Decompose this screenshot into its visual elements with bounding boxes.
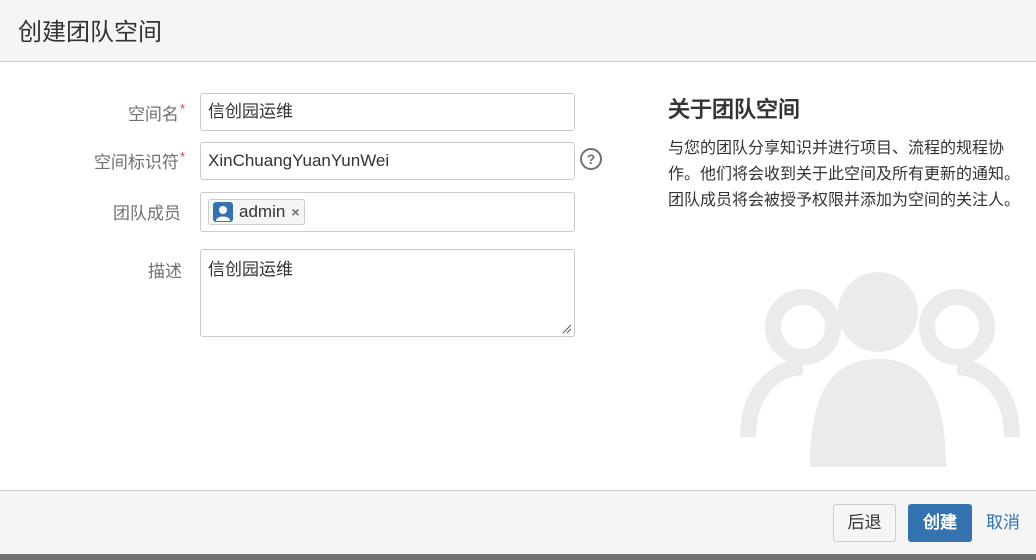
space-key-input[interactable]: XinChuangYuanYunWei	[200, 142, 575, 180]
user-avatar-icon	[213, 202, 233, 222]
about-text: 与您的团队分享知识并进行项目、流程的规程协作。他们将会收到关于此空间及所有更新的…	[668, 140, 1021, 209]
member-chip: admin ×	[208, 199, 305, 225]
dialog-footer: 后退 创建 取消	[0, 490, 1036, 554]
description-label: 描述	[148, 262, 182, 281]
space-name-input[interactable]: 信创园运维	[200, 93, 575, 131]
description-textarea[interactable]: 信创园运维	[200, 249, 575, 337]
dialog-body: 空间名* 信创园运维 空间标识符* XinChuangYuanYunWei ? …	[0, 62, 1036, 490]
back-button[interactable]: 后退	[833, 504, 896, 542]
description-value: 信创园运维	[208, 260, 293, 279]
required-mark: *	[179, 101, 185, 116]
cancel-button[interactable]: 取消	[978, 504, 1028, 542]
required-mark: *	[179, 149, 185, 164]
create-button[interactable]: 创建	[908, 504, 972, 542]
bottom-strip	[0, 554, 1036, 560]
space-key-label: 空间标识符*	[15, 148, 185, 173]
dialog-title: 创建团队空间	[18, 19, 162, 46]
space-name-value: 信创园运维	[208, 102, 293, 121]
team-members-input[interactable]: admin ×	[200, 192, 575, 232]
space-key-label-text: 空间标识符	[93, 153, 179, 172]
space-name-label-text: 空间名	[127, 105, 179, 124]
member-name: admin	[239, 202, 286, 221]
dialog-header: 创建团队空间	[0, 0, 1036, 62]
team-group-icon	[740, 272, 1020, 467]
resize-handle-icon[interactable]	[562, 324, 572, 334]
team-members-label: 团队成员	[113, 204, 181, 223]
question-circle-icon[interactable]: ?	[580, 148, 602, 170]
space-key-value: XinChuangYuanYunWei	[208, 151, 390, 170]
space-name-label: 空间名*	[15, 100, 185, 125]
close-icon[interactable]: ×	[291, 204, 299, 220]
about-title: 关于团队空间	[668, 97, 801, 122]
